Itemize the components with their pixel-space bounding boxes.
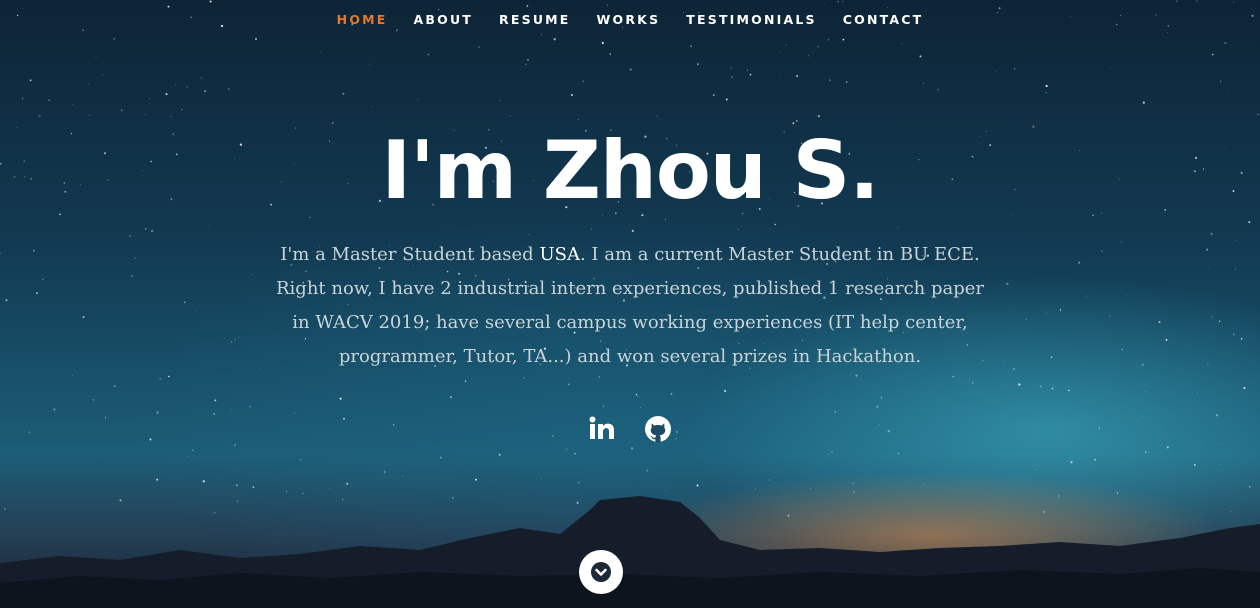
mountain-silhouette: [0, 496, 1260, 608]
nav-item-works[interactable]: WORKS: [597, 12, 661, 27]
nav-item-resume[interactable]: RESUME: [499, 12, 571, 27]
hero-intro: I'm a Master Student based USA. I am a c…: [270, 238, 990, 374]
intro-text-before: I'm a Master Student based: [280, 244, 540, 265]
nav-item-testimonials[interactable]: TESTIMONIALS: [686, 12, 816, 27]
chevron-down-icon: [591, 562, 611, 582]
nav-item-home[interactable]: HOME: [337, 12, 388, 27]
main-nav: HOME ABOUT RESUME WORKS TESTIMONIALS CON…: [0, 0, 1260, 38]
linkedin-icon[interactable]: [587, 414, 617, 444]
social-links: [0, 414, 1260, 444]
nav-item-contact[interactable]: CONTACT: [843, 12, 924, 27]
nav-item-about[interactable]: ABOUT: [414, 12, 474, 27]
hero-title: I'm Zhou S.: [381, 124, 879, 217]
intro-highlight-location: USA: [539, 244, 580, 265]
hero-section: I'm Zhou S. I'm a Master Student based U…: [0, 116, 1260, 374]
github-icon[interactable]: [643, 414, 673, 444]
scroll-down-button[interactable]: [579, 550, 623, 594]
